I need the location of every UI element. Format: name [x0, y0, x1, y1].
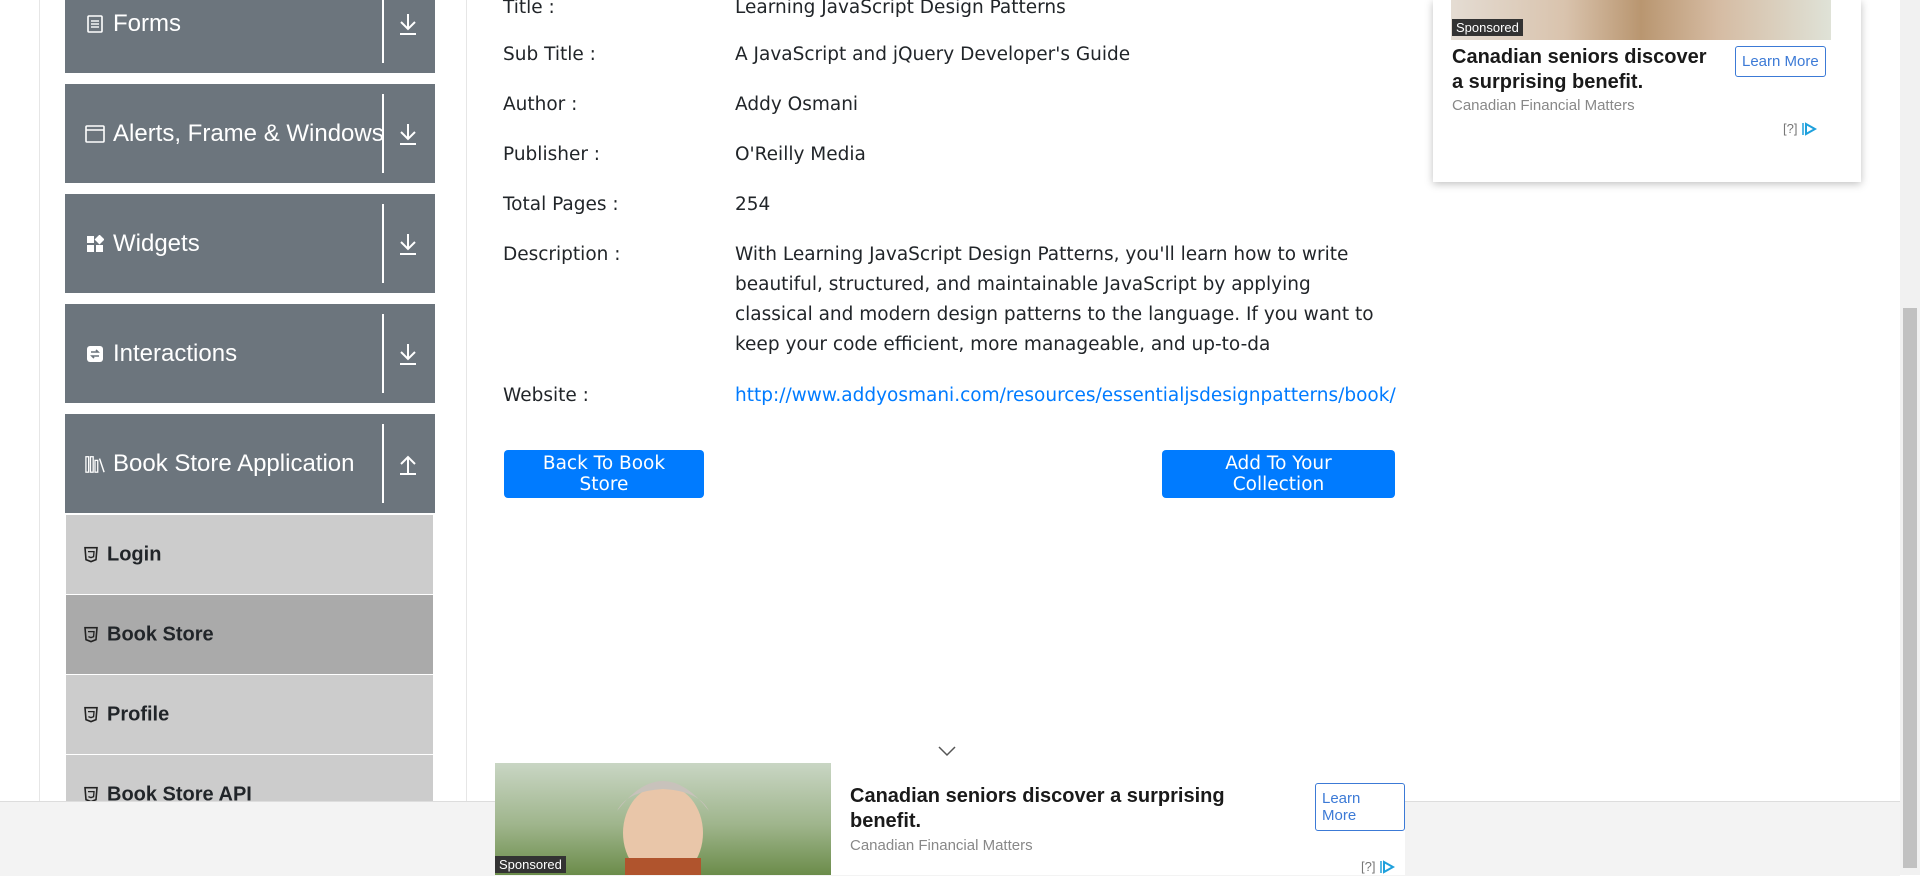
adchoice-info[interactable]: [?] — [1361, 859, 1396, 874]
sidebar-group-label: Forms — [113, 9, 181, 37]
back-to-book-store-button[interactable]: Back To Book Store — [504, 450, 704, 498]
sidebar-group-label: Book Store Application — [113, 449, 355, 477]
ad-title[interactable]: Canadian seniors discover a surprising b… — [850, 784, 1250, 834]
books-icon — [85, 454, 105, 474]
html5-icon — [83, 545, 99, 563]
adchoice-info[interactable]: [?] — [1783, 121, 1818, 136]
ad-source: Canadian Financial Matters — [1452, 97, 1635, 114]
upload-arrow-icon[interactable] — [393, 449, 423, 479]
interactions-icon — [85, 344, 105, 364]
add-to-collection-button[interactable]: Add To Your Collection — [1162, 450, 1395, 498]
sidebar-group-label: Alerts, Frame & Windows — [113, 119, 384, 147]
sidebar-group-label: Interactions — [113, 339, 238, 367]
html5-icon — [83, 705, 99, 723]
adchoices-icon — [1380, 859, 1396, 874]
total-pages-label: Total Pages : — [503, 194, 619, 215]
divider — [382, 424, 384, 503]
sidebar-group-interactions[interactable]: Interactions — [65, 304, 435, 403]
scrollbar-thumb[interactable] — [1903, 308, 1917, 868]
download-arrow-icon[interactable] — [393, 339, 423, 369]
sidebar-group-label: Widgets — [113, 229, 200, 257]
download-arrow-icon[interactable] — [393, 229, 423, 259]
divider — [382, 314, 384, 393]
sponsored-ad-right[interactable]: Sponsored Canadian seniors discover a su… — [1433, 0, 1861, 182]
sidebar-group-book-store-application[interactable]: Book Store Application — [65, 414, 435, 513]
publisher-value: O'Reilly Media — [735, 144, 866, 165]
sidebar-group-alerts[interactable]: Alerts, Frame & Windows — [65, 84, 435, 183]
sidebar-item-label: Login — [107, 543, 162, 565]
adchoice-label: [?] — [1783, 121, 1798, 136]
learn-more-button[interactable]: Learn More — [1735, 46, 1826, 77]
divider — [382, 204, 384, 283]
adchoices-icon — [1802, 121, 1818, 136]
publisher-label: Publisher : — [503, 144, 601, 165]
sponsored-ad-bottom[interactable]: Sponsored Canadian seniors discover a su… — [495, 763, 1405, 875]
adchoice-label: [?] — [1361, 859, 1376, 874]
sponsored-tag: Sponsored — [495, 856, 566, 873]
website-link[interactable]: http://www.addyosmani.com/resources/esse… — [735, 385, 1396, 406]
title-value: Learning JavaScript Design Patterns — [735, 0, 1066, 18]
sidebar-group-widgets[interactable]: Widgets — [65, 194, 435, 293]
sidebar-item-label: Book Store — [107, 623, 214, 645]
sidebar-item-book-store[interactable]: Book Store — [66, 594, 433, 674]
download-arrow-icon[interactable] — [393, 119, 423, 149]
sidebar-group-forms[interactable]: Forms — [65, 0, 435, 73]
ad-source: Canadian Financial Matters — [850, 837, 1033, 854]
download-arrow-icon[interactable] — [393, 9, 423, 39]
subtitle-value: A JavaScript and jQuery Developer's Guid… — [735, 44, 1131, 65]
document-icon — [85, 14, 105, 34]
widgets-icon — [85, 234, 105, 254]
divider — [382, 94, 384, 173]
author-value: Addy Osmani — [735, 94, 859, 115]
sidebar-item-login[interactable]: Login — [66, 514, 433, 594]
sidebar-item-profile[interactable]: Profile — [66, 674, 433, 754]
sidebar-item-label: Profile — [107, 703, 170, 725]
website-label: Website : — [503, 385, 589, 406]
chevron-down-icon[interactable] — [937, 745, 957, 757]
sponsored-tag: Sponsored — [1452, 19, 1523, 36]
vertical-scrollbar[interactable] — [1900, 0, 1920, 875]
description-value: With Learning JavaScript Design Patterns… — [735, 244, 1374, 355]
description-label: Description : — [503, 244, 621, 265]
html5-icon — [83, 625, 99, 643]
subtitle-label: Sub Title : — [503, 44, 596, 65]
learn-more-button[interactable]: Learn More — [1315, 783, 1405, 831]
total-pages-value: 254 — [735, 194, 771, 215]
divider — [382, 0, 384, 63]
author-label: Author : — [503, 94, 578, 115]
ad-title[interactable]: Canadian seniors discover a surprising b… — [1452, 45, 1722, 95]
window-icon — [85, 124, 105, 144]
title-label: Title : — [503, 0, 555, 18]
